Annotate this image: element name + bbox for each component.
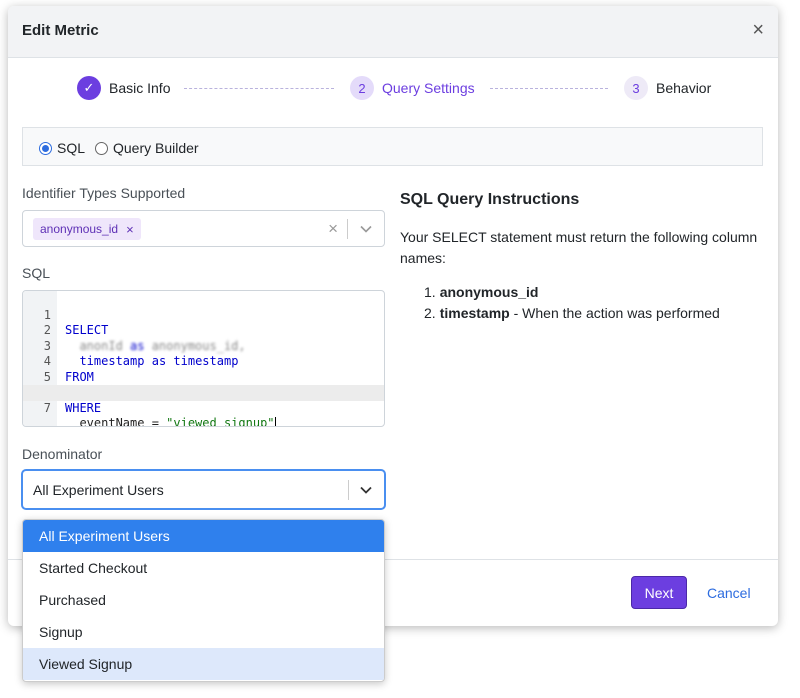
radio-sql[interactable]: SQL [39,140,85,156]
select-value: All Experiment Users [33,482,164,498]
select-divider [347,219,348,239]
instructions-title: SQL Query Instructions [400,191,580,208]
menu-option[interactable]: Started Checkout [23,552,384,584]
step-connector [184,88,334,89]
step-number: 2 [350,76,374,100]
next-button[interactable]: Next [631,576,687,609]
check-icon: ✓ [77,76,101,100]
code-text: WHERE [65,400,102,415]
instructions-text: Your SELECT statement must return the fo… [400,229,758,266]
menu-option[interactable]: All Experiment Users [23,520,384,552]
modal-title: Edit Metric [22,22,99,39]
radio-button[interactable] [39,141,52,155]
menu-option[interactable]: Viewed Signup [23,648,384,680]
radio-query-builder[interactable]: Query Builder [95,140,199,156]
column-description: - When the action was performed [509,305,720,321]
menu-option[interactable]: Purchased [23,584,384,616]
chip-remove-icon[interactable]: × [126,222,134,237]
identifier-chip: anonymous_id × [33,218,141,240]
sql-label: SQL [22,265,51,281]
step-basic-info[interactable]: ✓ Basic Info [77,76,170,100]
select-divider [348,480,349,500]
close-icon[interactable]: × [752,20,764,40]
chevron-down-icon[interactable] [360,484,372,496]
step-behavior[interactable]: 3 Behavior [624,76,711,100]
code-line: 5 events [23,354,384,400]
chevron-down-icon[interactable] [360,223,372,235]
sql-editor[interactable]: 1 SELECT 2 anonId as anonymous_id, 3 tim… [22,290,385,427]
step-query-settings[interactable]: 2 Query Settings [350,76,475,100]
identifier-types-select[interactable]: anonymous_id × × [22,210,385,247]
list-item: 2. timestamp - When the action was perfo… [424,303,720,324]
step-number: 3 [624,76,648,100]
instructions-list: 1. anonymous_id 2. timestamp - When the … [424,282,720,324]
chip-label: anonymous_id [40,222,119,236]
step-label: Behavior [656,80,712,96]
code-text: eventName = "viewed_signup" [65,416,276,426]
clear-icon[interactable]: × [328,219,338,239]
denominator-select[interactable]: All Experiment Users [22,470,385,509]
step-connector [490,88,608,89]
code-line-active: 7 eventName = "viewed_signup" [23,385,384,426]
denominator-label: Denominator [22,446,103,462]
text-cursor [274,417,276,426]
line-number: 7 [43,400,51,415]
list-number: 1. [424,284,436,300]
step-label: Basic Info [109,80,171,96]
modal-header: Edit Metric × [8,6,778,58]
column-name: anonymous_id [439,284,539,300]
code-line: 6 WHERE [23,370,384,415]
code-line: 2 anonId as anonymous_id, [23,308,384,353]
step-label: Query Settings [382,80,475,96]
list-item: 1. anonymous_id [424,282,720,303]
code-line: 1 SELECT [23,292,384,338]
cancel-button[interactable]: Cancel [707,585,751,601]
column-name: timestamp [439,305,510,321]
identifier-types-label: Identifier Types Supported [22,185,186,201]
radio-label: Query Builder [113,140,199,156]
denominator-menu: All Experiment Users Started Checkout Pu… [22,519,385,682]
query-mode-toggle: SQL Query Builder [22,127,763,166]
code-line: 4 FROM [23,339,384,384]
menu-option[interactable]: Signup [23,616,384,648]
list-number: 2. [424,305,436,321]
radio-button[interactable] [95,141,108,155]
radio-label: SQL [57,140,86,156]
code-line: 3 timestamp as timestamp [23,323,384,369]
